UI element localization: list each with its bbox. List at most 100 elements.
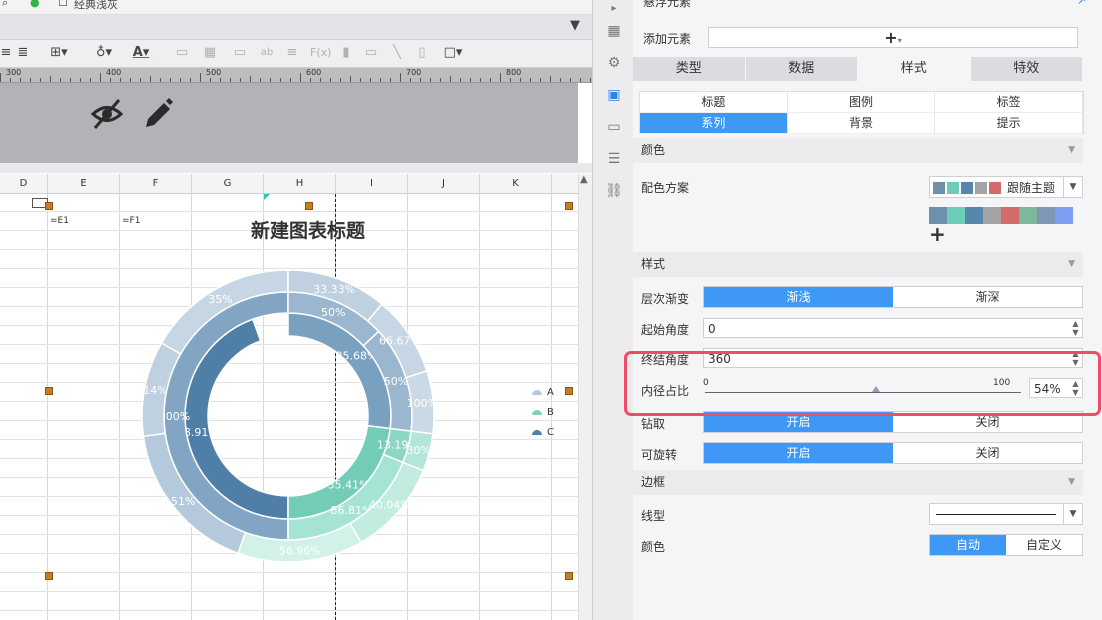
formula-icon[interactable]: F(x) [310,45,331,61]
subtab-label[interactable]: 标签 [935,92,1083,113]
data-label: 51% [171,495,195,508]
document-icon[interactable]: ▯ [414,45,430,61]
line-type-dropdown[interactable]: ▼ [929,503,1083,525]
legend-item[interactable]: B [532,402,572,422]
palette-color[interactable] [1019,207,1037,224]
tab-data[interactable]: 数据 [745,57,858,81]
start-angle-input[interactable]: 0 ▲ ▼ [703,318,1083,338]
table-icon[interactable]: ▦ [202,45,218,61]
subtab-background[interactable]: 背景 [787,113,936,134]
style-subtabs: 标题 图例 标签 系列 背景 提示 [639,91,1084,134]
gradient-lighter-option[interactable]: 渐浅 [704,287,893,307]
corner-expand-icon[interactable]: ↗ [1077,0,1086,7]
ruler-tick [370,78,371,82]
expand-icon[interactable]: ▸ [605,0,623,18]
chart-area[interactable]: 新建图表标题 38.91% 25.68% 35.41% 100% 50% 50% 13.19… [0,194,578,620]
ruler-tick [340,78,341,82]
ruler-tick [440,78,441,82]
chart-icon[interactable]: ▮ [338,45,354,61]
palette-color[interactable] [965,207,983,224]
shape-icon[interactable]: □▾ [440,45,466,61]
border-section-header[interactable]: 边框 ▼ [633,470,1083,495]
add-color-button[interactable]: + [929,222,946,246]
tab-type[interactable]: 类型 [633,57,746,81]
subtab-legend[interactable]: 图例 [787,92,936,113]
column-header-cell[interactable]: D [0,174,48,193]
legend-label: A [547,386,554,398]
add-element-dropdown[interactable]: +▾ [708,27,1078,48]
column-header-cell[interactable]: F [120,174,192,193]
tab-effect[interactable]: 特效 [970,57,1083,81]
add-element-label: 添加元素 [643,32,692,46]
ruler-tick [170,78,171,82]
border-color-custom-option[interactable]: 自定义 [1006,535,1082,555]
border-color-auto-option[interactable]: 自动 [930,535,1006,555]
layer-icon[interactable]: ☰ [605,150,623,168]
panel-tabs: 类型 数据 样式 特效 [633,57,1083,81]
align-right-icon[interactable]: ≣ [16,45,30,61]
spinner-icon[interactable]: ▲ ▼ [1069,319,1082,339]
column-header-cell[interactable]: J [408,174,480,193]
ab-icon[interactable]: ab [258,45,276,61]
color-section-header[interactable]: 颜色 ▼ [633,138,1083,163]
fill-color-icon[interactable]: ♁▾ [90,45,118,61]
palette-color[interactable] [1037,207,1055,224]
palette-color[interactable] [1001,207,1019,224]
ruler-tick [260,78,261,82]
tab-style[interactable]: 样式 [858,57,971,81]
column-header-cell[interactable]: E [48,174,120,193]
color-section-title: 颜色 [641,143,666,157]
ruler-tick [450,76,451,82]
search-icon[interactable]: ⌕ [2,0,8,10]
float-element-icon[interactable]: ▣ [605,86,623,104]
scheme-dropdown[interactable]: 跟随主题 ▼ [929,176,1083,198]
legend-item[interactable]: C [532,422,572,442]
merge-icon[interactable]: ▭ [174,45,190,61]
legend-marker [532,429,542,435]
palette-color[interactable] [947,207,965,224]
align-left-icon[interactable]: ≡ [0,45,12,61]
palette-bar[interactable] [929,207,1073,224]
palette-color[interactable] [983,207,1001,224]
subtab-series[interactable]: 系列 [640,113,788,134]
subtab-title[interactable]: 标题 [640,92,788,113]
rotate-off-option[interactable]: 关闭 [893,443,1082,463]
chevron-down-icon: ▼ [1063,504,1082,524]
gradient-darker-option[interactable]: 渐深 [893,287,1082,307]
border-color-toggle: 自动 自定义 [929,534,1083,556]
slash-icon[interactable]: ╲ [390,45,404,61]
column-header-cell[interactable]: H [264,174,336,193]
chart-legend[interactable]: ABC [532,382,572,442]
rotate-toggle: 开启 关闭 [703,442,1083,464]
text-field-icon[interactable]: ▭ [232,45,248,61]
column-header-cell[interactable]: G [192,174,264,193]
legend-label: B [547,406,554,418]
vertical-scrollbar[interactable]: ▲ [578,174,593,620]
format-toolbar: ≡ ≣ ⊞▾ ♁▾ A▾ ▭ ▦ ▭ ab ≡ F(x) ▮ ▭ ╲ ▯ □▾ [0,40,592,68]
ruler-tick [100,73,101,82]
cell-attr-icon[interactable]: ▦ [605,22,623,40]
column-header-cell[interactable]: K [480,174,552,193]
image-icon[interactable]: ▭ [362,45,380,61]
subtab-tooltip[interactable]: 提示 [935,113,1083,134]
pencil-icon[interactable] [142,97,174,131]
palette-color[interactable] [1055,207,1073,224]
rotate-on-option[interactable]: 开启 [704,443,893,463]
ruler-tick [490,78,491,82]
link-icon[interactable]: ⛓ [605,182,623,200]
widget-icon[interactable]: ▭ [605,118,623,136]
style-section-header[interactable]: 样式 ▼ [633,252,1083,277]
scroll-up-icon[interactable]: ▲ [580,174,588,185]
condition-attr-icon[interactable]: ⚙ [605,54,623,72]
column-header-cell[interactable]: I [336,174,408,193]
collapse-toolbar-icon[interactable]: ▼ [568,18,582,34]
legend-item[interactable]: A [532,382,572,402]
checkbox-icon[interactable]: ☐ [58,0,68,9]
ruler-tick [470,78,471,82]
eye-off-icon[interactable] [90,97,124,131]
font-color-icon[interactable]: A▾ [126,45,156,61]
border-icon[interactable]: ⊞▾ [48,45,70,61]
paragraph-icon[interactable]: ≡ [284,45,300,61]
donut-chart[interactable]: 38.91%25.68%35.41%100%50%50%13.19%86.81%… [0,194,578,620]
ruler-tick [280,78,281,82]
